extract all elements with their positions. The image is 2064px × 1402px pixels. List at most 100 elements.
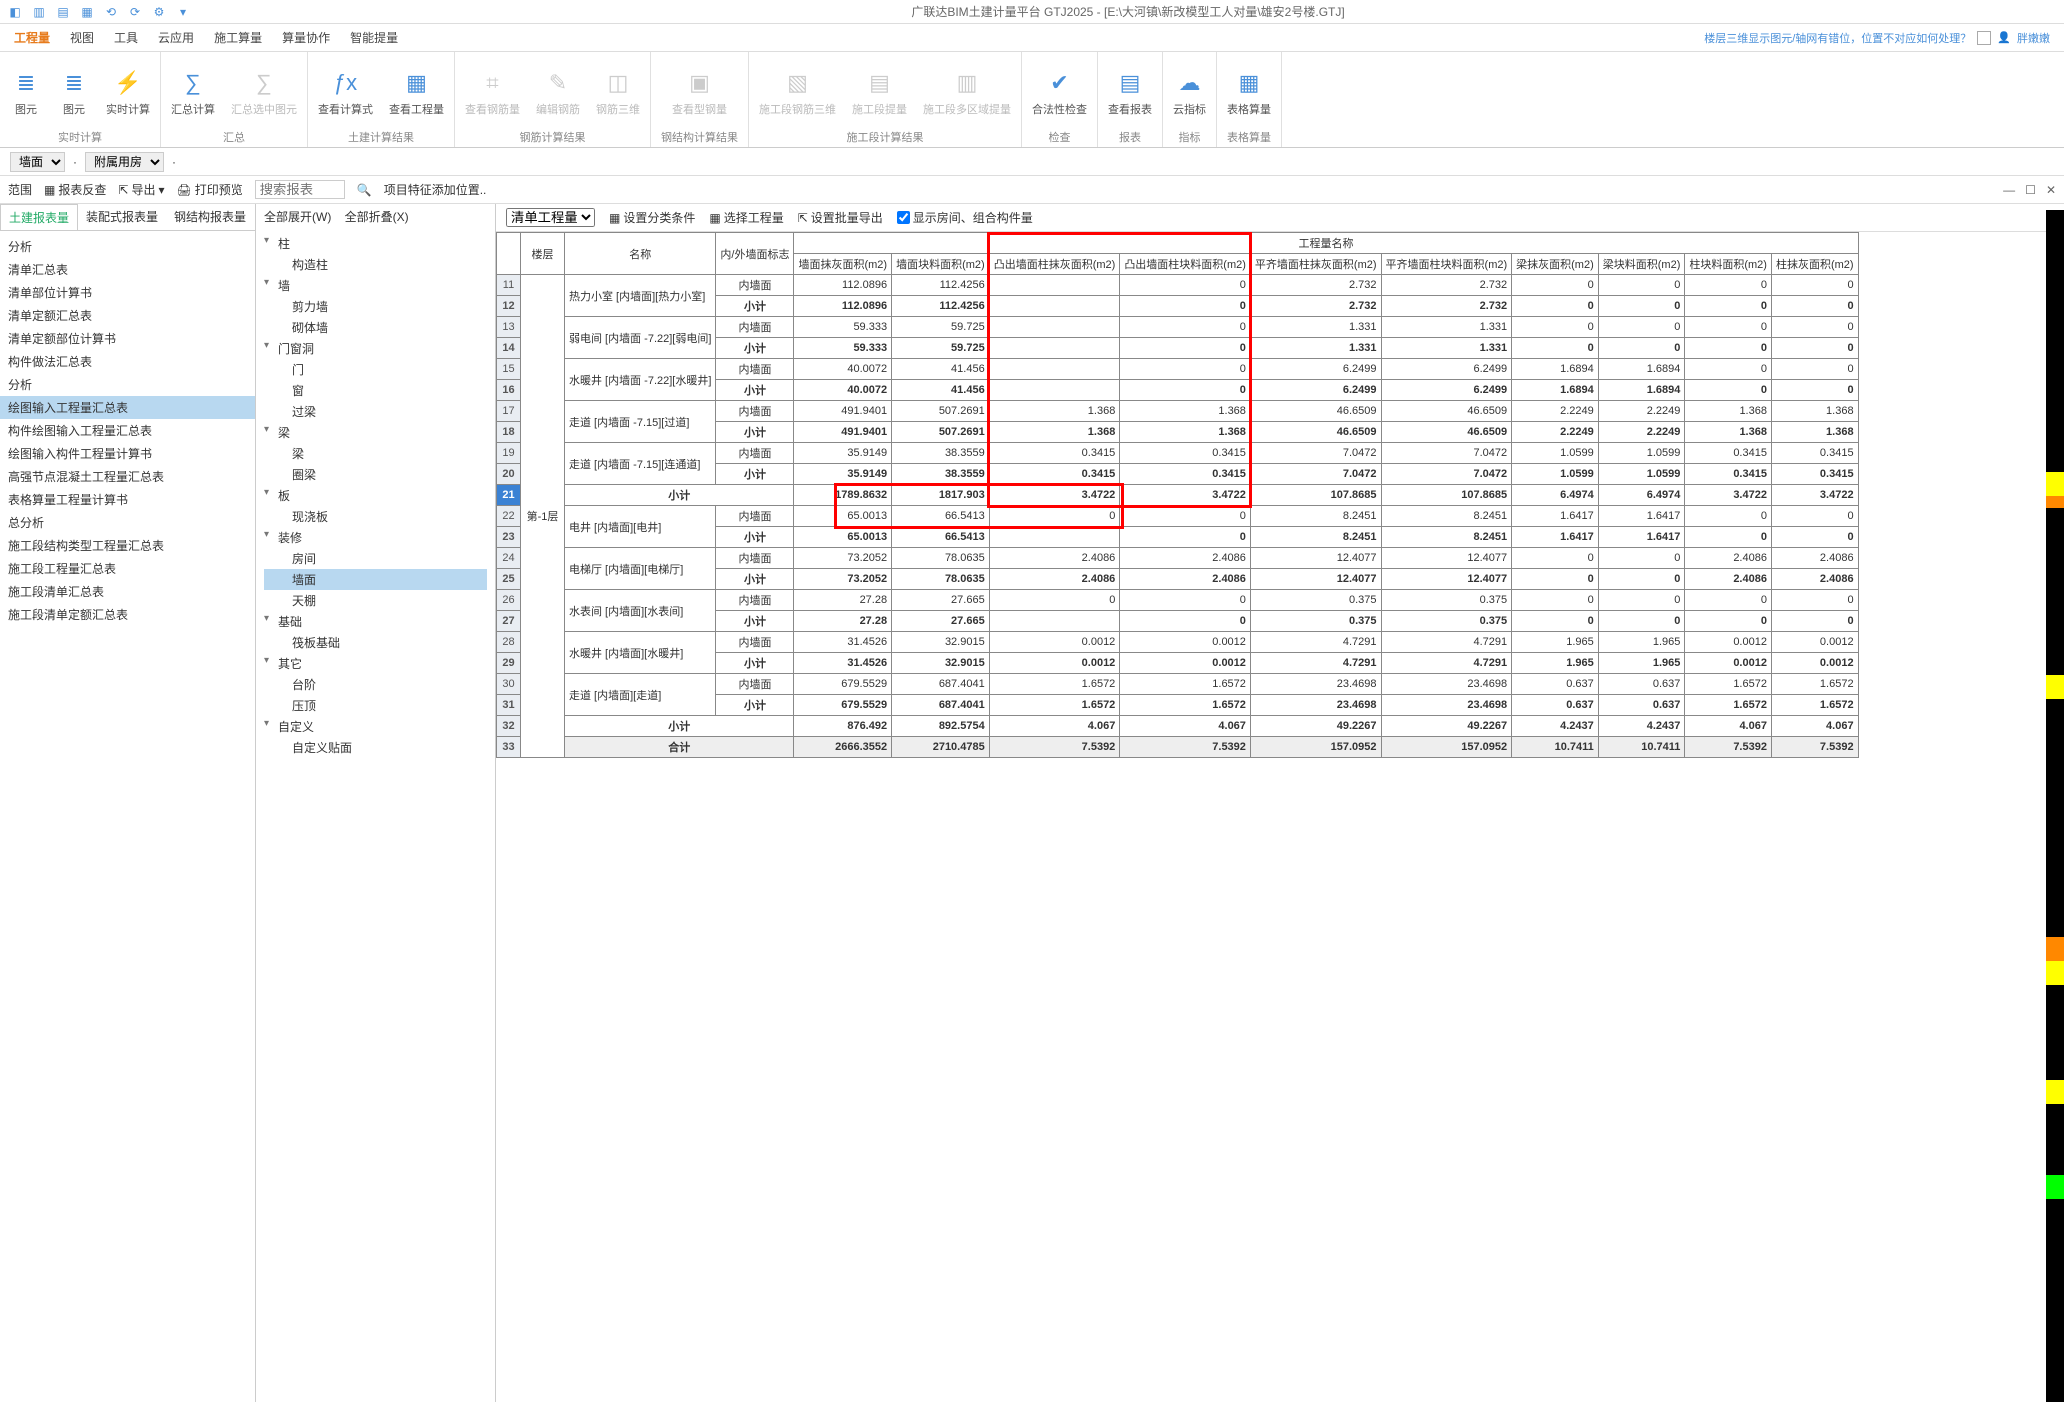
menu-tab-5[interactable]: 算量协作 [282,31,330,45]
element-type-select[interactable]: 墙面 [10,152,65,172]
tree-node[interactable]: 自定义 [264,716,487,737]
ribbon-汇总计算[interactable]: ∑汇总计算 [171,69,215,117]
tb-icon-7[interactable]: ▾ [176,5,190,19]
tree-node[interactable]: 梁 [264,422,487,443]
report-item[interactable]: 清单汇总表 [0,258,255,281]
expand-all-button[interactable]: 全部展开(W) [264,210,331,224]
report-item[interactable]: 施工段清单定额汇总表 [0,603,255,626]
tree-node[interactable]: 装修 [264,527,487,548]
user-icon[interactable]: 👤 [1997,31,2011,44]
tree-node[interactable]: 基础 [264,611,487,632]
report-item[interactable]: 清单定额部位计算书 [0,327,255,350]
table-row[interactable]: 11第-1层热力小室 [内墙面][热力小室]内墙面112.0896112.425… [497,275,1859,296]
left-tab-2[interactable]: 钢结构报表量 [166,204,254,230]
batch-export-button[interactable]: ⇱ 设置批量导出 [798,209,883,226]
tree-leaf[interactable]: 圈梁 [264,464,487,485]
ribbon-云指标[interactable]: ☁云指标 [1173,69,1206,117]
table-row[interactable]: 24电梯厅 [内墙面][电梯厅]内墙面73.205278.06352.40862… [497,548,1859,569]
menu-tab-2[interactable]: 工具 [114,31,138,45]
menu-tab-0[interactable]: 工程量 [14,31,50,45]
report-table[interactable]: 楼层名称内/外墙面标志工程量名称墙面抹灰面积(m2)墙面块料面积(m2)凸出墙面… [496,232,1859,758]
tree-node[interactable]: 其它 [264,653,487,674]
report-item[interactable]: 施工段结构类型工程量汇总表 [0,534,255,557]
ribbon-查看计算式[interactable]: ƒx查看计算式 [318,69,373,117]
tree-leaf[interactable]: 剪力墙 [264,296,487,317]
tb-icon-6[interactable]: ⚙ [152,5,166,19]
panel-max-icon[interactable]: ☐ [2025,183,2036,197]
report-item[interactable]: 绘图输入构件工程量计算书 [0,442,255,465]
report-backtrack-button[interactable]: ▦ 报表反查 [44,181,106,198]
report-item[interactable]: 高强节点混凝土工程量汇总表 [0,465,255,488]
report-item[interactable]: 施工段工程量汇总表 [0,557,255,580]
tree-leaf[interactable]: 天棚 [264,590,487,611]
tree-node[interactable]: 门窗洞 [264,338,487,359]
qty-type-select[interactable]: 清单工程量 [506,208,595,227]
tree-leaf[interactable]: 现浇板 [264,506,487,527]
ribbon-查看工程量[interactable]: ▦查看工程量 [389,69,444,117]
report-item[interactable]: 总分析 [0,511,255,534]
select-qty-button[interactable]: ▦ 选择工程量 [709,209,783,226]
report-item[interactable]: 分析 [0,235,255,258]
report-item[interactable]: 构件绘图输入工程量汇总表 [0,419,255,442]
show-room-checkbox[interactable]: 显示房间、组合构件量 [897,209,1033,226]
building-select[interactable]: 附属用房 [85,152,164,172]
tree-leaf[interactable]: 门 [264,359,487,380]
table-row[interactable]: 15水暖井 [内墙面 -7.22][水暖井]内墙面40.007241.45606… [497,359,1859,380]
menu-tab-6[interactable]: 智能提量 [350,31,398,45]
menu-tab-4[interactable]: 施工算量 [214,31,262,45]
tb-icon-2[interactable]: ▤ [56,5,70,19]
ribbon-图元[interactable]: ≣图元 [58,69,90,117]
tree-leaf[interactable]: 筏板基础 [264,632,487,653]
panel-close-icon[interactable]: ✕ [2046,183,2056,197]
ribbon-实时计算[interactable]: ⚡实时计算 [106,69,150,117]
tree-leaf[interactable]: 砌体墙 [264,317,487,338]
tree-leaf[interactable]: 过梁 [264,401,487,422]
tb-icon-4[interactable]: ⟲ [104,5,118,19]
export-button[interactable]: ⇱ 导出 ▾ [118,181,164,198]
tree-leaf[interactable]: 压顶 [264,695,487,716]
ribbon-查看报表[interactable]: ▤查看报表 [1108,69,1152,117]
collapse-all-button[interactable]: 全部折叠(X) [345,210,409,224]
tree-node[interactable]: 柱 [264,233,487,254]
left-tab-0[interactable]: 土建报表量 [0,204,78,230]
tree-node[interactable]: 板 [264,485,487,506]
tree-leaf[interactable]: 构造柱 [264,254,487,275]
menu-tab-3[interactable]: 云应用 [158,31,194,45]
tb-icon-1[interactable]: ▥ [32,5,46,19]
ribbon-合法性检查[interactable]: ✔合法性检查 [1032,69,1087,117]
table-row[interactable]: 30走道 [内墙面][走道]内墙面679.5529687.40411.65721… [497,674,1859,695]
help-search-icon[interactable] [1977,31,1991,45]
table-row[interactable]: 33合计2666.35522710.47857.53927.5392157.09… [497,737,1859,758]
report-item[interactable]: 清单定额汇总表 [0,304,255,327]
report-item[interactable]: 分析 [0,373,255,396]
tree-leaf[interactable]: 房间 [264,548,487,569]
report-item[interactable]: 清单部位计算书 [0,281,255,304]
report-search-input[interactable] [255,180,345,199]
tb-icon-5[interactable]: ⟳ [128,5,142,19]
report-item[interactable]: 表格算量工程量计算书 [0,488,255,511]
tree-node[interactable]: 墙 [264,275,487,296]
report-item[interactable]: 施工段清单汇总表 [0,580,255,603]
table-row[interactable]: 17走道 [内墙面 -7.15][过道]内墙面491.9401507.26911… [497,401,1859,422]
table-row[interactable]: 28水暖井 [内墙面][水暖井]内墙面31.452632.90150.00120… [497,632,1859,653]
panel-min-icon[interactable]: — [2003,183,2015,197]
tb-icon-3[interactable]: ▦ [80,5,94,19]
ribbon-表格算量[interactable]: ▦表格算量 [1227,69,1271,117]
report-item[interactable]: 构件做法汇总表 [0,350,255,373]
tree-leaf[interactable]: 台阶 [264,674,487,695]
menu-tab-1[interactable]: 视图 [70,31,94,45]
help-hint[interactable]: 楼层三维显示图元/轴网有错位，位置不对应如何处理？ 👤 胖嫩嫩 [1704,30,2050,46]
feature-pos-button[interactable]: 项目特征添加位置.. [384,181,487,198]
scope-button[interactable]: 范围 [8,181,32,198]
report-item[interactable]: 绘图输入工程量汇总表 [0,396,255,419]
ribbon-图元[interactable]: ≣图元 [10,69,42,117]
print-preview-button[interactable]: 🖨 打印预览 [176,181,242,198]
table-row[interactable]: 22电井 [内墙面][电井]内墙面65.001366.5413008.24518… [497,506,1859,527]
tree-leaf[interactable]: 梁 [264,443,487,464]
set-category-button[interactable]: ▦ 设置分类条件 [609,209,695,226]
tree-leaf[interactable]: 自定义贴面 [264,737,487,758]
tree-leaf[interactable]: 墙面 [264,569,487,590]
table-row[interactable]: 19走道 [内墙面 -7.15][连通道]内墙面35.914938.35590.… [497,443,1859,464]
table-row[interactable]: 21小计1789.86321817.9033.47223.4722107.868… [497,485,1859,506]
table-row[interactable]: 26水表间 [内墙面][水表间]内墙面27.2827.665000.3750.3… [497,590,1859,611]
